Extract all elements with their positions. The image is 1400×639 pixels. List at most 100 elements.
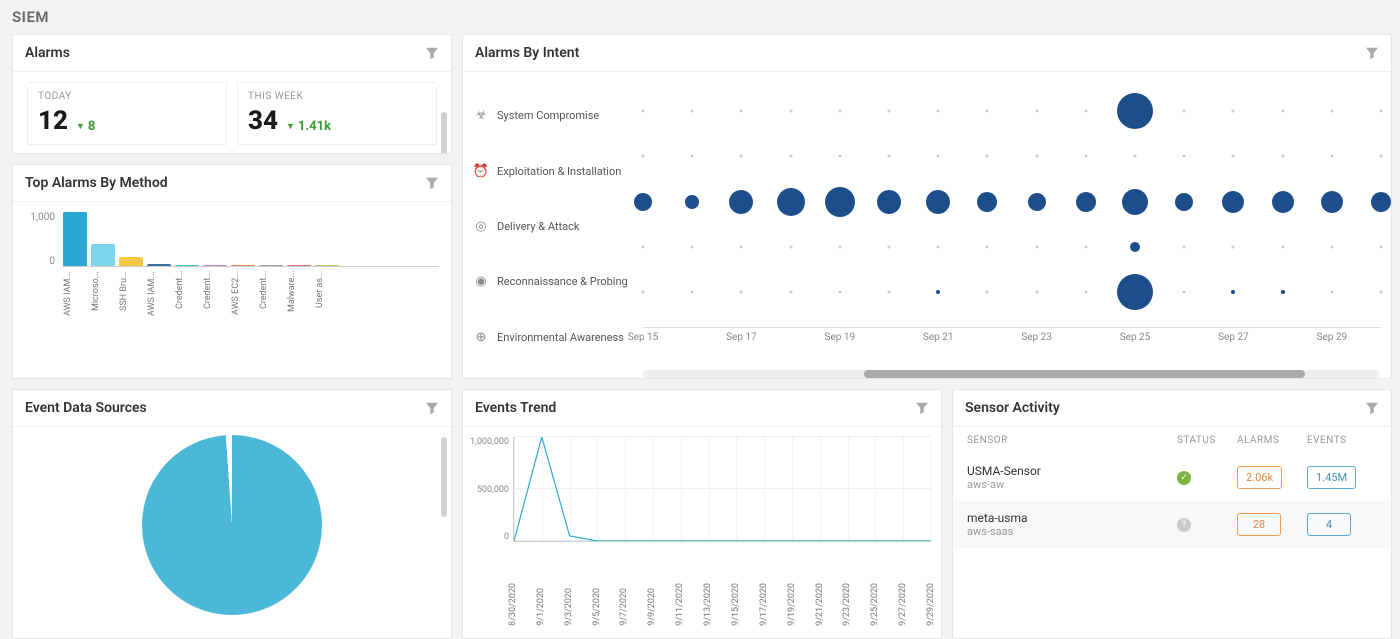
grid-dot (1232, 109, 1235, 112)
bubble[interactable] (1117, 274, 1153, 310)
intent-panel: Alarms By Intent ☣System Compromise ⏰ Expl… (462, 34, 1392, 379)
bubble[interactable] (729, 190, 753, 214)
filter-icon[interactable] (425, 46, 439, 60)
bubble[interactable] (777, 188, 805, 216)
table-row[interactable]: meta-usmaaws-saas? 28 4 (953, 501, 1391, 548)
status-icon: ? (1177, 518, 1191, 532)
page-title: SIEM (12, 8, 1388, 26)
grid-dot (1330, 245, 1333, 248)
y-tick: 0 (23, 256, 55, 267)
bubble[interactable] (1272, 191, 1294, 213)
bubble[interactable] (926, 190, 950, 214)
category-icon: ⏰ (473, 163, 489, 179)
status-cell: ✓ (1177, 470, 1237, 485)
x-tick: 9/5/2020 (592, 588, 602, 626)
bubble[interactable] (1281, 290, 1285, 294)
x-tick: Credent... (203, 271, 227, 351)
scrollbar[interactable] (441, 112, 447, 154)
events-badge[interactable]: 1.45M (1307, 466, 1356, 489)
grid-dot (838, 109, 841, 112)
x-tick: 9/19/2020 (787, 583, 797, 626)
top-alarms-panel: Top Alarms By Method 1,0000 AWS IAM...Mi… (12, 164, 452, 379)
x-tick: Sep 29 (1317, 332, 1348, 343)
bubble[interactable] (1028, 193, 1046, 211)
grid-dot (740, 291, 743, 294)
bubble[interactable] (877, 190, 901, 214)
x-tick: 9/1/2020 (536, 588, 546, 626)
intent-category[interactable]: ⊕Environmental Awareness (473, 329, 633, 345)
filter-icon[interactable] (1365, 46, 1379, 60)
bubble[interactable] (1175, 193, 1193, 211)
scrollbar-thumb[interactable] (864, 370, 1306, 378)
bar[interactable] (203, 265, 227, 266)
x-tick: Credent... (259, 271, 283, 351)
bar[interactable] (231, 265, 255, 266)
bubble-xaxis: Sep 15Sep 17Sep 19Sep 21Sep 23Sep 25Sep … (643, 327, 1381, 347)
events-cell: 1.45M (1307, 466, 1377, 489)
delta-value: 8 (88, 119, 95, 134)
panel-header: Alarms By Intent (463, 35, 1391, 72)
bubble[interactable] (1321, 191, 1343, 213)
intent-category[interactable]: ◉Reconnaissance & Probing (473, 274, 633, 290)
grid-dot (986, 245, 989, 248)
bubble[interactable] (1117, 93, 1153, 129)
grid-dot (1084, 291, 1087, 294)
pie-slice[interactable] (142, 435, 322, 615)
scrollbar[interactable] (441, 437, 447, 517)
col-status: STATUS (1177, 435, 1237, 446)
today-stat[interactable]: TODAY 12 ▼8 (27, 82, 227, 145)
intent-category[interactable]: ☣System Compromise (473, 108, 633, 124)
bubble[interactable] (634, 193, 652, 211)
panel-header: Top Alarms By Method (13, 165, 451, 202)
x-tick: Sep 15 (628, 332, 659, 343)
grid-dot (691, 109, 694, 112)
bubble-row (643, 88, 1381, 133)
bar[interactable] (259, 265, 283, 266)
bar[interactable] (63, 212, 87, 266)
category-label: Delivery & Attack (497, 220, 579, 233)
sensor-cell: USMA-Sensoraws-aw (967, 464, 1177, 491)
sensor-cell: meta-usmaaws-saas (967, 511, 1177, 538)
grid-dot (691, 245, 694, 248)
bubble[interactable] (825, 187, 855, 217)
bubble[interactable] (1222, 191, 1244, 213)
grid-dot (1380, 109, 1383, 112)
bar[interactable] (91, 244, 115, 266)
bar[interactable] (315, 265, 339, 266)
bubble[interactable] (1122, 189, 1148, 215)
bubble[interactable] (1076, 192, 1096, 212)
alarms-badge[interactable]: 28 (1237, 513, 1281, 536)
intent-category[interactable]: ◎Delivery & Attack (473, 218, 633, 234)
bubble[interactable] (1130, 242, 1140, 252)
intent-category[interactable]: ⏰ Exploitation & Installation (473, 163, 633, 179)
panel-title: Alarms By Intent (475, 45, 579, 61)
triangle-down-icon: ▼ (76, 121, 85, 132)
bubble[interactable] (936, 290, 940, 294)
y-tick: 500,000 (467, 485, 509, 495)
bar[interactable] (119, 257, 143, 266)
bar[interactable] (147, 264, 171, 266)
bubble[interactable] (1371, 192, 1391, 212)
week-stat[interactable]: THIS WEEK 34 ▼1.41k (237, 82, 437, 145)
alarms-badge[interactable]: 2.06k (1237, 466, 1282, 489)
filter-icon[interactable] (425, 176, 439, 190)
bar[interactable] (287, 265, 311, 266)
bubble-chart: Sep 15Sep 17Sep 19Sep 21Sep 23Sep 25Sep … (643, 88, 1381, 365)
filter-icon[interactable] (1365, 401, 1379, 415)
bubble[interactable] (1231, 290, 1235, 294)
events-badge[interactable]: 4 (1307, 513, 1351, 536)
bubble[interactable] (685, 195, 699, 209)
bubble[interactable] (977, 192, 997, 212)
x-tick: 9/29/2020 (926, 583, 936, 626)
filter-icon[interactable] (915, 401, 929, 415)
x-tick: User as... (315, 271, 339, 351)
line-plot (513, 437, 931, 542)
table-row[interactable]: USMA-Sensoraws-aw✓2.06k 1.45M (953, 454, 1391, 501)
panel-header: Sensor Activity (953, 390, 1391, 427)
panel-title: Events Trend (475, 400, 556, 416)
scrollbar[interactable] (643, 370, 1379, 378)
sensor-table: SENSOR STATUS ALARMS EVENTS USMA-Sensora… (953, 427, 1391, 548)
filter-icon[interactable] (425, 401, 439, 415)
bar[interactable] (175, 265, 199, 266)
category-label: Exploitation & Installation (497, 165, 621, 178)
